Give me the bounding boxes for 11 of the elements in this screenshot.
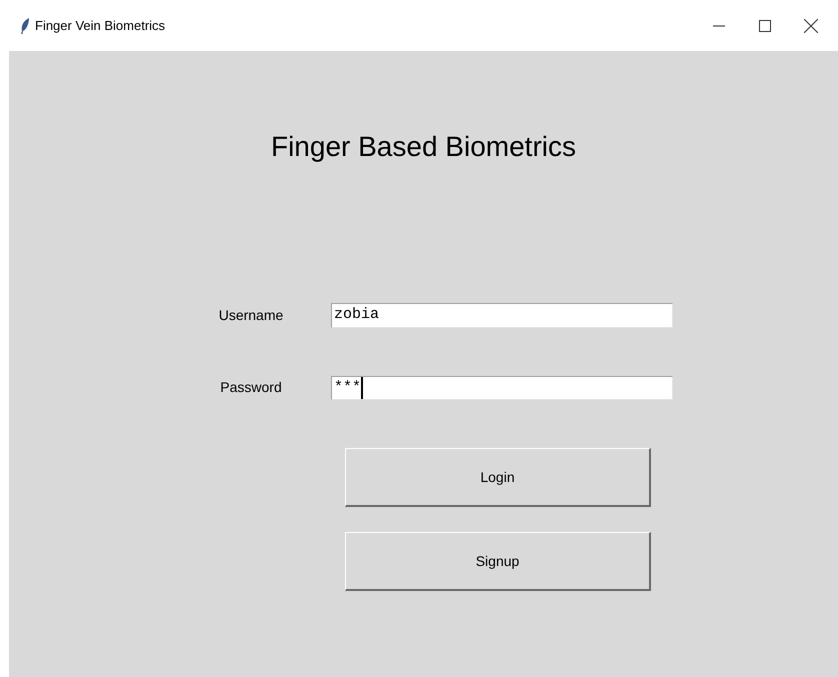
field-label: Username [218, 306, 284, 325]
action-button[interactable]: Login [345, 448, 651, 507]
close-icon[interactable] [804, 18, 818, 32]
maximize-icon[interactable] [759, 20, 771, 32]
input-field[interactable]: *** [331, 376, 673, 400]
input-field[interactable]: zobia [331, 303, 673, 328]
field-label: Password [219, 378, 283, 398]
window-title: Finger Vein Biometrics [35, 16, 166, 35]
heading: Finger Based Biometrics [270, 130, 576, 164]
action-button[interactable]: Signup [345, 532, 651, 591]
feather-icon [20, 18, 30, 34]
